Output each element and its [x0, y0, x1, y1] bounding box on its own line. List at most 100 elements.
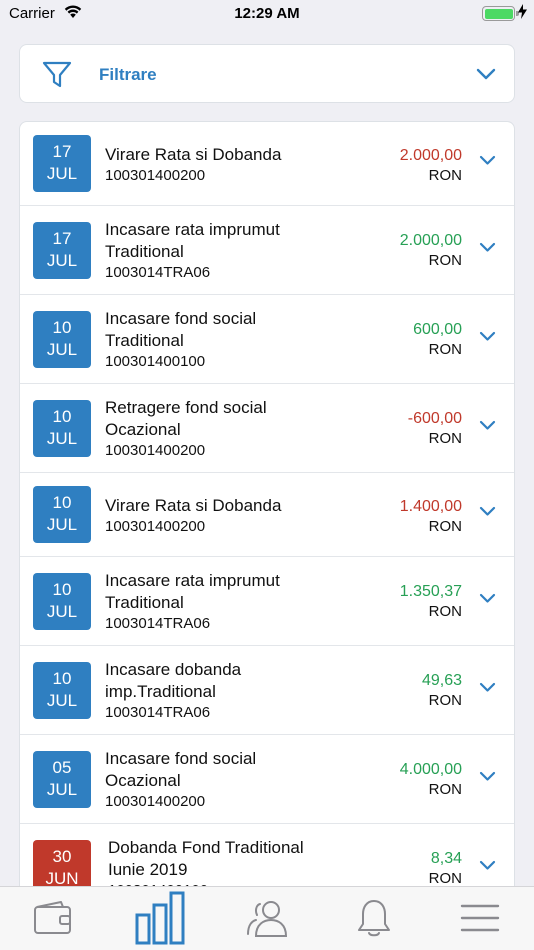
date-month: JUL	[46, 251, 78, 270]
menu-icon	[460, 903, 500, 938]
tab-notifications[interactable]	[344, 895, 404, 945]
transaction-title-line2: imp.Traditional	[105, 682, 216, 701]
filter-bar[interactable]: Filtrare	[19, 44, 515, 103]
transaction-title: Incasare fond social	[105, 749, 257, 768]
account-number: 100301400200	[105, 793, 206, 810]
tab-wallet[interactable]	[23, 895, 83, 945]
transaction-title-line2: Traditional	[105, 593, 184, 612]
account-number: 1003014TRA06	[105, 615, 211, 632]
transaction-row[interactable]: 10 JUL Incasare dobanda imp.Traditional …	[20, 646, 514, 735]
date-badge: 05 JUL	[33, 751, 91, 808]
date-day: 10	[52, 580, 72, 599]
amount-value: 2.000,00	[399, 147, 462, 164]
transaction-title: Incasare dobanda	[105, 660, 242, 679]
charging-icon	[518, 4, 527, 24]
tab-bar	[0, 886, 534, 950]
chevron-down-icon[interactable]	[479, 240, 496, 258]
funnel-icon	[42, 61, 72, 94]
account-number: 100301400200	[105, 442, 206, 459]
transaction-row[interactable]: 10 JUL Retragere fond social Ocazional 1…	[20, 384, 514, 473]
amount-currency: RON	[428, 341, 462, 358]
transaction-title: Virare Rata si Dobanda	[105, 145, 282, 164]
transaction-title-line2: Traditional	[105, 331, 184, 350]
date-month: JUL	[46, 691, 78, 710]
transaction-row[interactable]: 17 JUL Incasare rata imprumut Traditiona…	[20, 206, 514, 295]
transaction-title: Incasare rata imprumut	[105, 220, 280, 239]
account-number: 1003014TRA06	[105, 704, 211, 721]
transaction-title: Virare Rata si Dobanda	[105, 496, 282, 515]
amount-currency: RON	[428, 167, 462, 184]
transaction-description: Incasare dobanda imp.Traditional 1003014…	[105, 659, 355, 723]
tab-members[interactable]	[237, 895, 297, 945]
transaction-title-line2: Traditional	[105, 242, 184, 261]
date-month: JUL	[46, 429, 78, 448]
transaction-amount: 600,00 RON	[413, 320, 462, 360]
clock: 12:29 AM	[234, 5, 300, 22]
filter-label: Filtrare	[99, 65, 157, 84]
date-day: 30	[52, 847, 72, 866]
wallet-icon	[33, 900, 73, 941]
amount-value: 1.350,37	[399, 583, 462, 600]
chevron-down-icon[interactable]	[479, 418, 496, 436]
chevron-down-icon[interactable]	[479, 858, 496, 876]
transaction-amount: 8,34 RON	[429, 849, 462, 889]
chevron-down-icon[interactable]	[479, 153, 496, 171]
date-month: JUL	[46, 340, 78, 359]
transaction-title-line2: Iunie 2019	[108, 860, 188, 879]
amount-value: 1.400,00	[399, 498, 462, 515]
amount-currency: RON	[428, 603, 462, 620]
date-badge: 17 JUL	[33, 135, 91, 192]
account-number: 100301400200	[105, 167, 206, 184]
chevron-down-icon[interactable]	[476, 67, 496, 85]
amount-currency: RON	[428, 252, 462, 269]
date-day: 10	[52, 318, 72, 337]
transaction-list: 17 JUL Virare Rata si Dobanda 1003014002…	[19, 121, 515, 901]
date-badge: 17 JUL	[33, 222, 91, 279]
bell-icon	[356, 898, 392, 943]
chevron-down-icon[interactable]	[479, 591, 496, 609]
transaction-amount: 2.000,00 RON	[400, 146, 462, 186]
amount-value: 8,34	[430, 850, 462, 867]
chevron-down-icon[interactable]	[479, 769, 496, 787]
chevron-down-icon[interactable]	[479, 329, 496, 347]
date-day: 17	[52, 229, 72, 248]
tab-menu[interactable]	[450, 895, 510, 945]
amount-currency: RON	[428, 781, 462, 798]
transaction-amount: -600,00 RON	[408, 409, 462, 449]
date-month: JUL	[46, 164, 78, 183]
transaction-row[interactable]: 10 JUL Virare Rata si Dobanda 1003014002…	[20, 473, 514, 557]
amount-value: 49,63	[421, 672, 462, 689]
transaction-row[interactable]: 10 JUL Incasare rata imprumut Traditiona…	[20, 557, 514, 646]
amount-value: 2.000,00	[399, 232, 462, 249]
amount-currency: RON	[428, 518, 462, 535]
transaction-description: Incasare rata imprumut Traditional 10030…	[105, 570, 355, 634]
account-number: 100301400100	[105, 353, 206, 370]
date-badge: 10 JUL	[33, 486, 91, 543]
tab-statistics[interactable]	[130, 891, 190, 945]
date-month: JUL	[46, 602, 78, 621]
date-month: JUL	[46, 515, 78, 534]
transaction-title-line2: Ocazional	[105, 771, 181, 790]
transaction-description: Incasare fond social Traditional 1003014…	[105, 308, 355, 372]
transaction-amount: 49,63 RON	[422, 671, 462, 711]
transaction-description: Virare Rata si Dobanda 100301400200	[105, 144, 355, 186]
date-day: 10	[52, 493, 72, 512]
transaction-description: Retragere fond social Ocazional 10030140…	[105, 397, 355, 461]
users-icon	[246, 898, 288, 943]
date-day: 05	[52, 758, 72, 777]
bar-chart-icon	[133, 891, 187, 950]
chevron-down-icon[interactable]	[479, 680, 496, 698]
date-badge: 10 JUL	[33, 573, 91, 630]
transaction-row[interactable]: 10 JUL Incasare fond social Traditional …	[20, 295, 514, 384]
transaction-title: Dobanda Fond Traditional	[108, 838, 304, 857]
transaction-description: Incasare fond social Ocazional 100301400…	[105, 748, 355, 812]
transaction-row[interactable]: 17 JUL Virare Rata si Dobanda 1003014002…	[20, 122, 514, 206]
account-number: 1003014TRA06	[105, 264, 211, 281]
chevron-down-icon[interactable]	[479, 504, 496, 522]
transaction-title: Incasare rata imprumut	[105, 571, 280, 590]
date-day: 17	[52, 142, 72, 161]
transaction-row[interactable]: 05 JUL Incasare fond social Ocazional 10…	[20, 735, 514, 824]
transaction-title: Retragere fond social	[105, 398, 267, 417]
date-badge: 10 JUL	[33, 662, 91, 719]
transaction-amount: 1.350,37 RON	[400, 582, 462, 622]
